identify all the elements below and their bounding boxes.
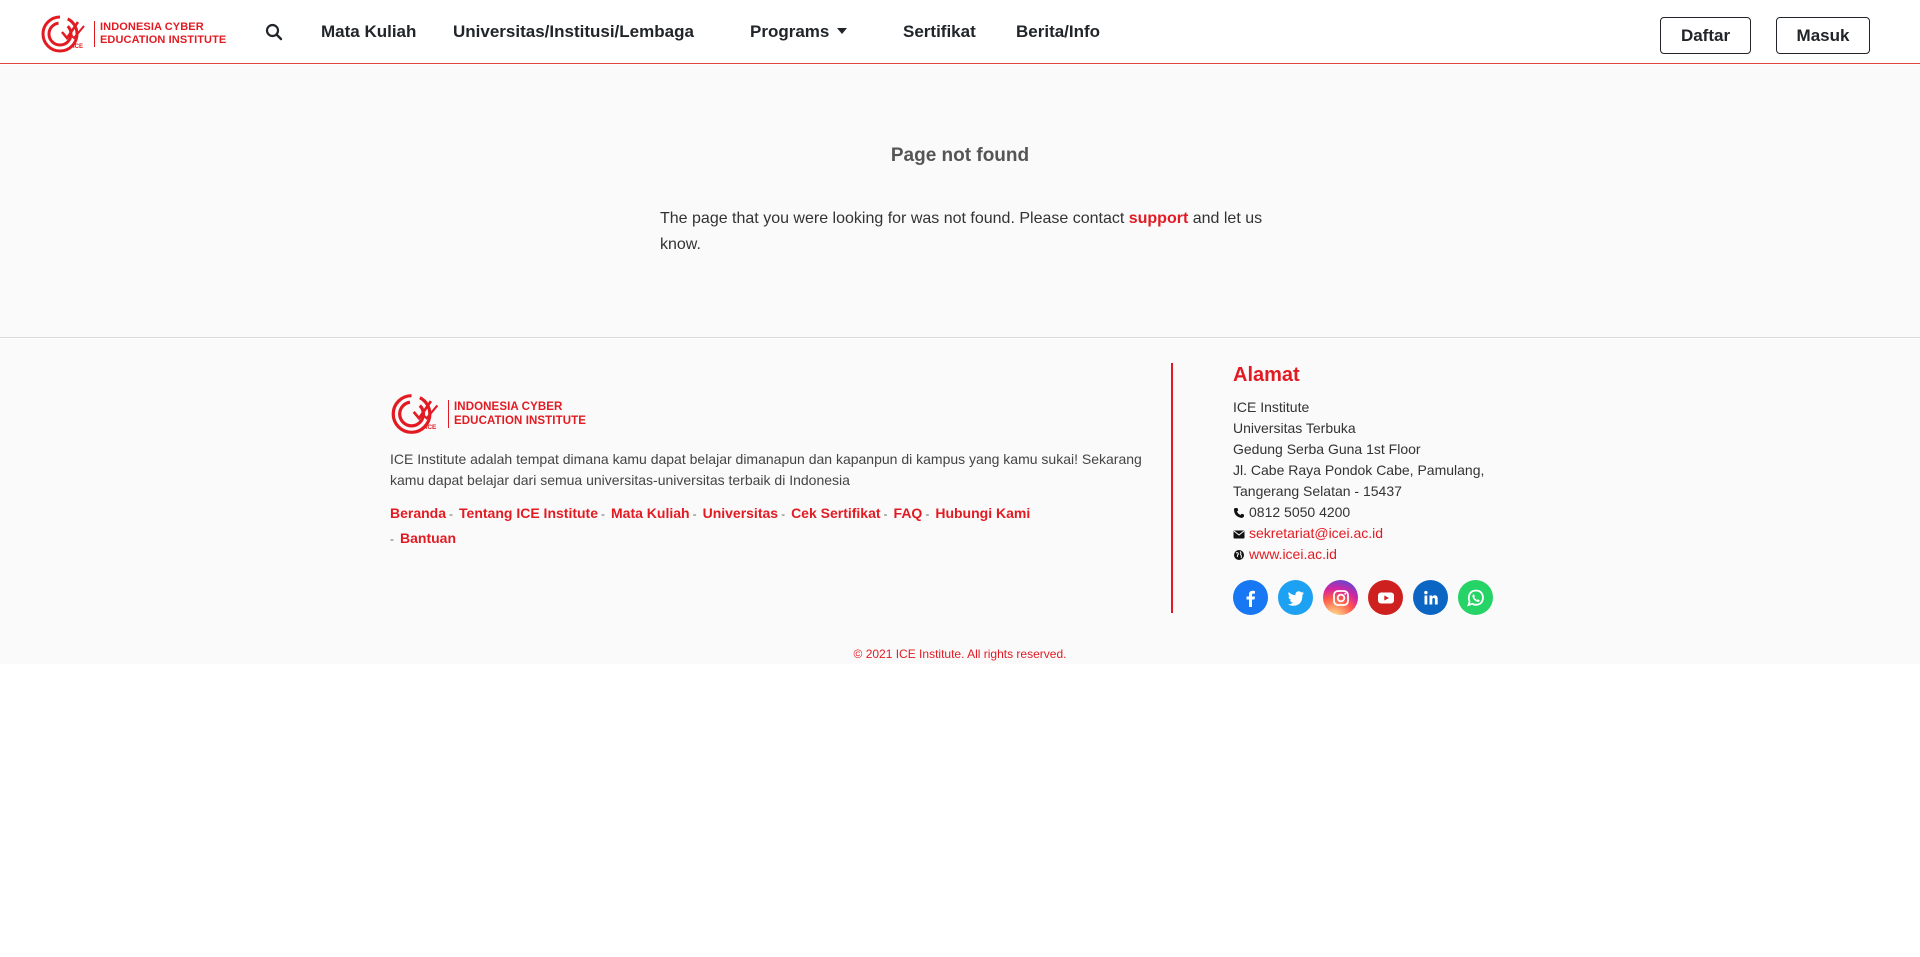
address-line: Tangerang Selatan - 15437 <box>1233 483 1402 499</box>
address-line: Jl. Cabe Raya Pondok Cabe, Pamulang, <box>1233 462 1485 478</box>
footer-divider <box>1171 363 1173 613</box>
website-row: www.icei.ac.id <box>1233 544 1533 565</box>
page-title: Page not found <box>890 145 1030 166</box>
ice-logo-icon: ICE <box>391 394 439 434</box>
whatsapp-icon[interactable] <box>1458 580 1493 615</box>
link-separator: - <box>883 507 888 521</box>
copyright-text: © 2021 ICE Institute. All rights reserve… <box>853 647 1067 661</box>
globe-icon <box>1234 549 1244 560</box>
footer-link-hubungi-kami[interactable]: Hubungi Kami <box>935 505 1030 521</box>
address-block: ICE Institute Universitas Terbuka Gedung… <box>1233 397 1533 565</box>
footer-logo[interactable]: ICE INDONESIA CYBER EDUCATION INSTITUTE <box>390 392 586 436</box>
site-footer: ICE INDONESIA CYBER EDUCATION INSTITUTE … <box>0 339 1920 664</box>
message-text: The page that you were looking for was n… <box>660 210 1129 227</box>
brand-line-2: EDUCATION INSTITUTE <box>100 34 227 46</box>
link-separator: - <box>925 507 930 521</box>
website-link[interactable]: www.icei.ac.id <box>1249 544 1337 565</box>
link-separator: - <box>601 507 605 521</box>
footer-link-cek-sertifikat[interactable]: Cek Sertifikat <box>791 505 880 521</box>
phone-number: 0812 5050 4200 <box>1249 504 1351 520</box>
nav-link-berita[interactable]: Berita/Info <box>1016 22 1100 42</box>
address-line: ICE Institute <box>1233 399 1310 415</box>
footer-link-faq[interactable]: FAQ <box>894 505 923 521</box>
email-row: sekretariat@icei.ac.id <box>1233 523 1533 544</box>
support-link[interactable]: support <box>1129 210 1189 227</box>
footer-link-bantuan[interactable]: Bantuan <box>400 530 456 546</box>
footer-brand-line-1: INDONESIA CYBER <box>454 401 563 413</box>
social-links <box>1233 580 1493 615</box>
nav-link-sertifikat[interactable]: Sertifikat <box>903 22 976 42</box>
address-title: Alamat <box>1233 364 1300 386</box>
footer-brand-line-2: EDUCATION INSTITUTE <box>454 415 587 427</box>
not-found-message: The page that you were looking for was n… <box>660 206 1270 258</box>
address-line: Universitas Terbuka <box>1233 420 1356 436</box>
link-separator: - <box>781 507 786 521</box>
not-found-section: Page not found The page that you were lo… <box>0 65 1920 338</box>
nav-programs-label: Programs <box>750 22 830 41</box>
instagram-icon[interactable] <box>1323 580 1358 615</box>
facebook-icon[interactable] <box>1233 580 1268 615</box>
footer-links: Beranda - Tentang ICE Institute - Mata Kulia… <box>390 501 1090 551</box>
search-icon[interactable] <box>265 23 283 41</box>
svg-text:ICE: ICE <box>73 44 83 50</box>
address-line: Gedung Serba Guna 1st Floor <box>1233 441 1421 457</box>
linkedin-icon[interactable] <box>1413 580 1448 615</box>
nav-dropdown-programs[interactable]: Programs <box>750 22 848 42</box>
footer-brand-name: INDONESIA CYBER EDUCATION INSTITUTE <box>448 400 586 428</box>
nav-link-mata-kuliah[interactable]: Mata Kuliah <box>321 22 416 42</box>
link-separator: - <box>390 532 394 546</box>
caret-down-icon <box>837 28 848 34</box>
login-button[interactable]: Masuk <box>1776 17 1870 54</box>
footer-link-tentang[interactable]: Tentang ICE Institute <box>459 505 598 521</box>
ice-logo-icon: ICE <box>41 15 85 53</box>
envelope-icon <box>1233 530 1245 538</box>
twitter-icon[interactable] <box>1278 580 1313 615</box>
phone-icon <box>1234 507 1244 518</box>
footer-link-beranda[interactable]: Beranda <box>390 505 446 521</box>
footer-link-mata-kuliah[interactable]: Mata Kuliah <box>611 505 690 521</box>
svg-text:ICE: ICE <box>426 424 437 431</box>
link-separator: - <box>692 507 697 521</box>
link-separator: - <box>449 507 454 521</box>
youtube-icon[interactable] <box>1368 580 1403 615</box>
footer-description: ICE Institute adalah tempat dimana kamu … <box>390 451 1142 488</box>
phone-row: 0812 5050 4200 <box>1233 502 1533 523</box>
brand-line-1: INDONESIA CYBER <box>100 21 204 33</box>
email-link[interactable]: sekretariat@icei.ac.id <box>1249 523 1383 544</box>
nav-link-universitas[interactable]: Universitas/Institusi/Lembaga <box>453 22 694 42</box>
register-button[interactable]: Daftar <box>1660 17 1751 54</box>
brand-name: INDONESIA CYBER EDUCATION INSTITUTE <box>94 21 226 47</box>
site-logo[interactable]: ICE INDONESIA CYBER EDUCATION INSTITUTE <box>40 14 226 54</box>
footer-link-universitas[interactable]: Universitas <box>703 505 778 521</box>
top-navbar: ICE INDONESIA CYBER EDUCATION INSTITUTE … <box>0 0 1920 64</box>
